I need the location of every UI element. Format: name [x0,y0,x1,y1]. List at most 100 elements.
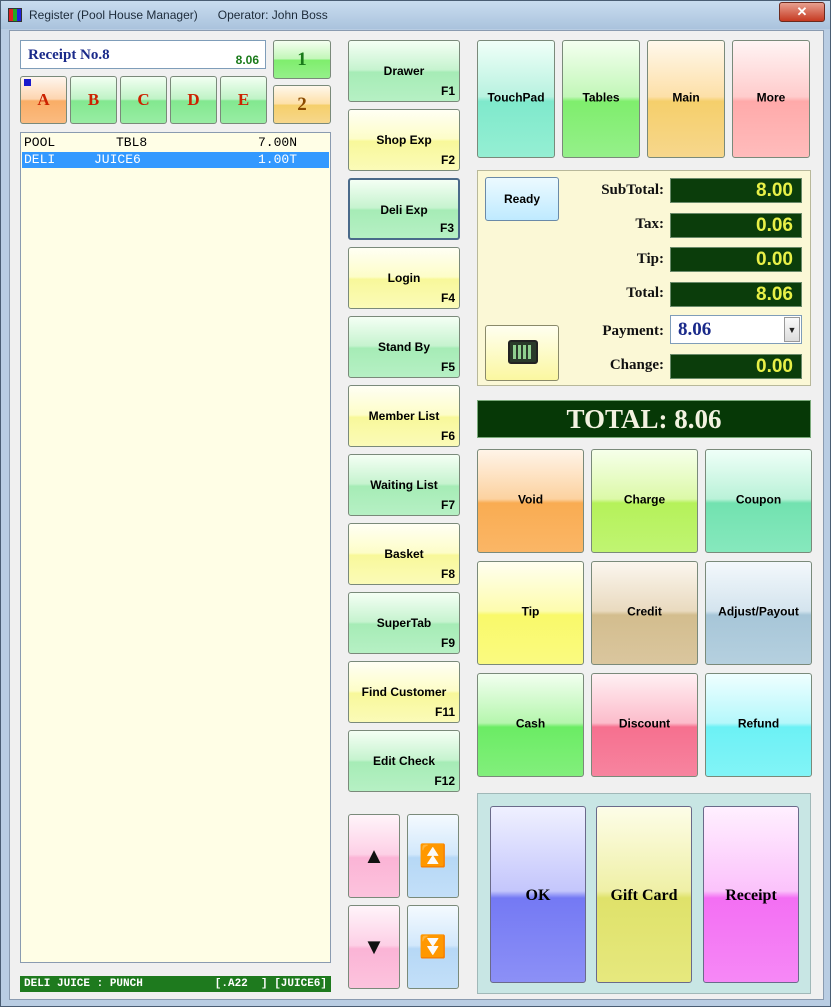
cash-label: Cash [515,716,546,731]
supertab-button[interactable]: SuperTab F9 [348,592,460,654]
supertab-label: SuperTab [376,616,432,630]
adjust-payout-button[interactable]: Adjust/Payout [705,561,812,665]
change-label: Change: [609,357,664,373]
item-price: 1.00T [258,152,298,167]
list-item[interactable]: DELI JUICE6 1.00T [22,152,329,168]
void-button[interactable]: Void [477,449,584,553]
arrow-up-icon: ▲ [363,843,385,868]
status-bar: DELI JUICE : PUNCH [.A22 ] [JUICE6] [20,976,331,992]
seat-1-button[interactable]: 1 [273,40,331,79]
charge-label: Charge [623,492,666,507]
drawer-key: F1 [440,84,455,98]
edit-check-button[interactable]: Edit Check F12 [348,730,460,792]
receipt-number: Receipt No.8 [28,47,110,63]
total-label: Total: [626,285,664,301]
supertab-key: F9 [440,636,455,650]
member-list-button[interactable]: Member List F6 [348,385,460,447]
seat-2-button[interactable]: 2 [273,85,331,124]
find-customer-label: Find Customer [361,685,447,699]
coupon-button[interactable]: Coupon [705,449,812,553]
basket-button[interactable]: Basket F8 [348,523,460,585]
tip-button-label: Tip [521,604,540,619]
status-left: DELI JUICE : PUNCH [24,978,143,990]
grand-total-display: TOTAL: 8.06 [477,400,811,438]
tip-button[interactable]: Tip [477,561,584,665]
totals-panel: Ready SubTotal: 8.00 Tax: 0.06 Tip: 0.00… [477,170,811,386]
receipt-label: Receipt [725,887,777,904]
page-up-button[interactable]: ⏫ [407,814,459,898]
find-customer-button[interactable]: Find Customer F11 [348,661,460,723]
total-value: 8.06 [670,282,802,307]
window-title: Register (Pool House Manager) Operator: … [29,8,328,22]
tip-value: 0.00 [670,247,802,272]
close-button[interactable]: ✕ [779,2,825,22]
coupon-label: Coupon [735,492,782,507]
drawer-label: Drawer [383,64,425,78]
payment-dropdown-button[interactable]: ▼ [784,317,800,342]
calculator-icon [508,340,538,364]
tab-e[interactable]: E [220,76,267,124]
discount-button[interactable]: Discount [591,673,698,777]
cash-button[interactable]: Cash [477,673,584,777]
calculator-button[interactable] [485,325,559,381]
tab-c[interactable]: C [120,76,167,124]
login-label: Login [387,271,421,285]
tab-d-label: D [187,90,200,109]
app-icon [8,8,22,22]
item-price: 7.00N [258,135,298,150]
waiting-list-button[interactable]: Waiting List F7 [348,454,460,516]
receipt-button[interactable]: Receipt [703,806,799,983]
main-button[interactable]: Main [647,40,725,158]
refund-label: Refund [737,716,780,731]
refund-button[interactable]: Refund [705,673,812,777]
tab-e-label: E [237,90,250,109]
shop-exp-button[interactable]: Shop Exp F2 [348,109,460,171]
tab-d[interactable]: D [170,76,217,124]
stand-by-label: Stand By [377,340,430,354]
ready-button[interactable]: Ready [485,177,559,221]
active-tab-indicator [24,79,31,86]
basket-label: Basket [384,547,424,561]
register-client-area: Receipt No.8 8.06 1 2 A B C D E POOL TBL… [9,30,824,1000]
touchpad-button[interactable]: TouchPad [477,40,555,158]
receipt-header: Receipt No.8 8.06 [20,40,266,69]
list-item[interactable]: POOL TBL8 7.00N [22,135,329,151]
gift-card-button[interactable]: Gift Card [596,806,692,983]
more-button[interactable]: More [732,40,810,158]
drawer-button[interactable]: Drawer F1 [348,40,460,102]
login-button[interactable]: Login F4 [348,247,460,309]
ok-button[interactable]: OK [490,806,586,983]
credit-button[interactable]: Credit [591,561,698,665]
charge-button[interactable]: Charge [591,449,698,553]
status-right: [.A22 ] [JUICE6] [214,978,327,990]
void-label: Void [517,492,544,507]
edit-check-key: F12 [434,774,455,788]
double-arrow-up-icon: ⏫ [419,843,447,868]
tab-a-label: A [37,90,50,109]
title-bar[interactable]: Register (Pool House Manager) Operator: … [1,1,830,29]
subtotal-value: 8.00 [670,178,802,203]
shop-exp-key: F2 [440,153,455,167]
arrow-down-icon: ▼ [363,934,385,959]
stand-by-button[interactable]: Stand By F5 [348,316,460,378]
receipt-amount: 8.06 [235,53,259,67]
page-down-button[interactable]: ⏬ [407,905,459,989]
deli-exp-button[interactable]: Deli Exp F3 [348,178,460,240]
tax-value: 0.06 [670,213,802,238]
credit-label: Credit [627,604,662,619]
payment-input[interactable]: 8.06 ▼ [670,315,802,344]
item-name: JUICE6 [94,152,141,167]
touchpad-label: TouchPad [487,90,545,105]
tables-button[interactable]: Tables [562,40,640,158]
change-value: 0.00 [670,354,802,379]
tab-b-label: B [87,90,100,109]
more-label: More [756,90,786,105]
item-category: POOL [24,135,56,150]
register-window: Register (Pool House Manager) Operator: … [0,0,831,1007]
scroll-up-button[interactable]: ▲ [348,814,400,898]
order-item-list[interactable]: POOL TBL8 7.00N DELI JUICE6 1.00T [20,132,331,963]
stand-by-key: F5 [440,360,455,374]
tab-b[interactable]: B [70,76,117,124]
scroll-down-button[interactable]: ▼ [348,905,400,989]
tab-a[interactable]: A [20,76,67,124]
